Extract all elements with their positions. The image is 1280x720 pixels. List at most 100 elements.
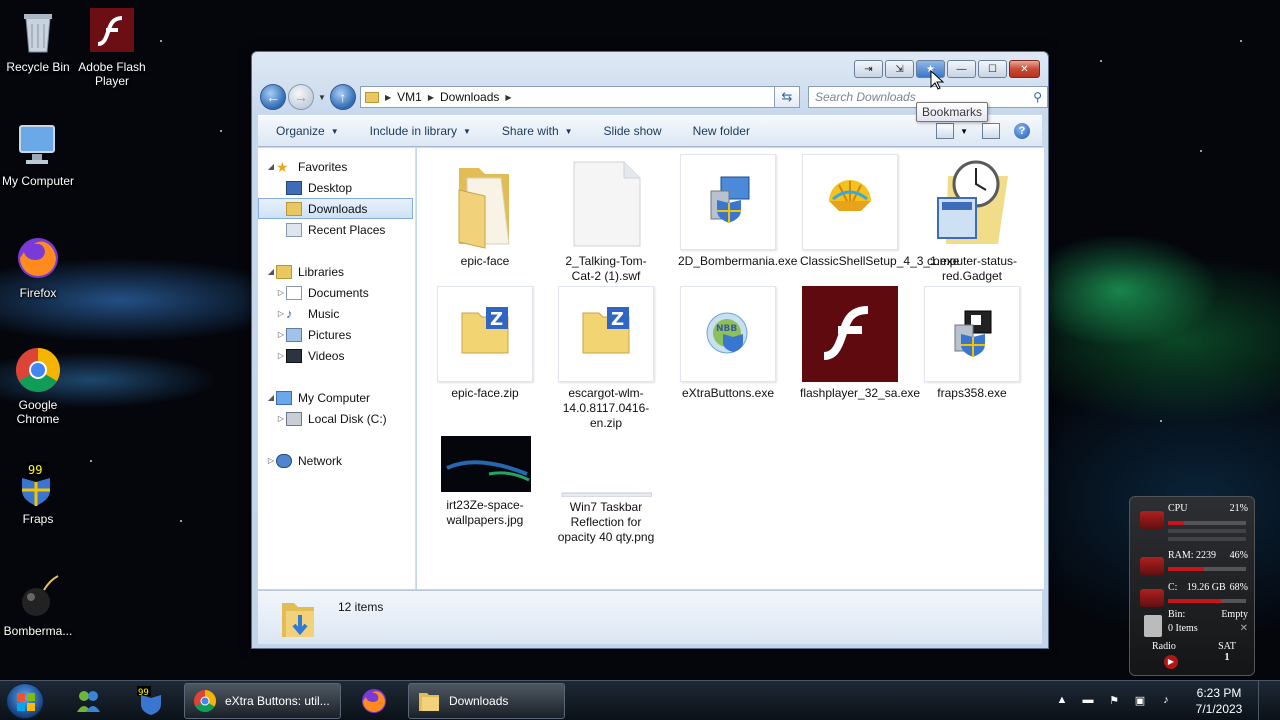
image-thumbnail [558, 486, 654, 498]
libraries-icon [276, 264, 292, 279]
nav-videos[interactable]: ▷ Videos [258, 345, 415, 366]
bomb-icon [14, 572, 62, 620]
back-button[interactable]: ← [260, 84, 286, 110]
desktop-icon-recycle-bin[interactable]: Recycle Bin [0, 8, 76, 74]
taskbar: 99 eXtra Buttons: util... Downloads ▲ ▬ … [0, 680, 1280, 720]
file-item[interactable]: ClassicShellSetup_4_3_1.exe [800, 154, 959, 269]
nav-my-computer[interactable]: ◢ My Computer [258, 387, 415, 408]
system-tray: ▲ ▬ ⚑ ▣ ♪ 6:23 PM 7/1/2023 [1054, 681, 1266, 720]
nav-favorites[interactable]: ◢ ★ Favorites [258, 156, 415, 177]
installer-icon [924, 286, 1020, 382]
taskbar-pin-fraps[interactable]: 99 [122, 684, 178, 718]
file-item[interactable]: computer-status-red.Gadget [922, 154, 1022, 284]
show-hidden-icons-icon[interactable]: ▲ [1054, 694, 1070, 708]
firefox-icon [14, 234, 62, 282]
nav-libraries[interactable]: ◢ Libraries [258, 261, 415, 282]
play-icon[interactable]: ▶ [1164, 655, 1178, 669]
taskbar-task-downloads[interactable]: Downloads [408, 683, 565, 719]
preview-pane-button[interactable] [982, 123, 1000, 139]
nav-music[interactable]: ▷ ♪ Music [258, 303, 415, 324]
clock-date: 7/1/2023 [1195, 702, 1243, 716]
file-item[interactable]: 2_Talking-Tom-Cat-2 (1).swf [556, 154, 656, 284]
nav-network[interactable]: ▷ Network [258, 450, 415, 471]
nav-pictures[interactable]: ▷ Pictures [258, 324, 415, 345]
keyboard-icon[interactable]: ▬ [1080, 694, 1096, 708]
shell-icon [802, 154, 898, 250]
day-label: SAT [1218, 641, 1236, 652]
ram-meter [1168, 567, 1246, 571]
file-item[interactable]: 2D_Bombermania.exe [678, 154, 797, 269]
trash-icon [1144, 615, 1162, 637]
arrow-right-icon: → [294, 89, 308, 105]
close-button[interactable]: ✕ [1009, 60, 1040, 78]
svg-text:99: 99 [28, 463, 42, 477]
breadcrumb-downloads[interactable]: Downloads [440, 90, 499, 104]
clock-time: 6:23 PM [1196, 686, 1242, 700]
extra-button-send-to-back[interactable]: ⇥ [854, 60, 883, 78]
expanded-arrow-icon: ◢ [267, 393, 275, 402]
folder-icon [419, 693, 439, 711]
flag-icon[interactable]: ⚑ [1106, 694, 1122, 708]
file-item[interactable]: fraps358.exe [922, 286, 1022, 401]
address-bar[interactable]: ▶ VM1 ▶ Downloads ▶ ▼ [360, 86, 794, 108]
file-item[interactable]: irt23Ze-space-wallpapers.jpg [435, 434, 535, 528]
recent-pages-dropdown-icon[interactable]: ▼ [318, 93, 326, 102]
file-item[interactable]: flashplayer_32_sa.exe [800, 286, 920, 401]
desktop-icon-bombermania[interactable]: Bomberma... [0, 572, 76, 638]
help-button[interactable]: ? [1014, 123, 1030, 139]
file-item[interactable]: Win7 Taskbar Reflection for opacity 40 q… [556, 434, 656, 545]
refresh-icon: ⇆ [781, 89, 793, 104]
disk-label: C: [1168, 582, 1178, 593]
radio-label: Radio [1152, 641, 1176, 652]
network-icon[interactable]: ▣ [1132, 694, 1148, 708]
network-icon [276, 453, 292, 468]
empty-bin-icon[interactable]: ✕ [1240, 623, 1248, 634]
chevron-down-icon: ▼ [330, 126, 339, 136]
up-button[interactable]: ↑ [329, 84, 356, 110]
nav-downloads[interactable]: Downloads [258, 198, 413, 219]
computer-icon [14, 122, 62, 170]
volume-icon[interactable]: ♪ [1158, 694, 1174, 708]
file-item[interactable]: Z escargot-wlm-14.0.8117.0416-en.zip [556, 286, 656, 431]
nav-recent-places[interactable]: Recent Places [258, 219, 415, 240]
recycle-bin-icon [14, 8, 62, 56]
slide-show-button[interactable]: Slide show [604, 124, 662, 138]
breadcrumb-vm1[interactable]: VM1 [397, 90, 422, 104]
desktop-icon-fraps[interactable]: 99 Fraps [0, 460, 76, 526]
fraps-icon: 99 [137, 686, 161, 715]
file-item[interactable]: epic-face [435, 154, 535, 269]
file-item[interactable]: Z epic-face.zip [435, 286, 535, 401]
maximize-button[interactable]: ☐ [978, 60, 1007, 78]
taskbar-pin-firefox[interactable] [346, 684, 402, 718]
minimize-button[interactable]: — [947, 60, 976, 78]
desktop-icon-my-computer[interactable]: My Computer [0, 122, 76, 188]
messenger-icon [77, 691, 100, 712]
desktop-icon-google-chrome[interactable]: Google Chrome [0, 346, 76, 426]
nav-local-disk[interactable]: ▷ Local Disk (C:) [258, 408, 415, 429]
taskbar-pin-messenger[interactable] [60, 684, 116, 718]
nav-documents[interactable]: ▷ Documents [258, 282, 415, 303]
new-folder-button[interactable]: New folder [693, 124, 750, 138]
clock[interactable]: 6:23 PM 7/1/2023 [1184, 685, 1254, 717]
organize-button[interactable]: Organize ▼ [276, 124, 339, 138]
show-desktop-button[interactable] [1258, 681, 1266, 720]
extra-button-minimize-to-tray[interactable]: ⇲ [885, 60, 914, 78]
change-view-button[interactable]: ▼ [936, 123, 968, 139]
forward-button[interactable]: → [288, 84, 314, 110]
desktop-icon-adobe-flash[interactable]: Adobe Flash Player [74, 8, 150, 88]
item-count: 12 items [338, 600, 384, 614]
system-monitor-gadget[interactable]: CPU 21% RAM: 2239 46% C: 19.26 GB 68% Bi… [1129, 496, 1255, 676]
folder-icon [365, 91, 379, 103]
chevron-right-icon: ▶ [385, 92, 392, 102]
share-with-button[interactable]: Share with ▼ [502, 124, 573, 138]
file-item[interactable]: NBB eXtraButtons.exe [678, 286, 778, 401]
nav-desktop[interactable]: Desktop [258, 177, 415, 198]
refresh-button[interactable]: ⇆ [774, 86, 800, 108]
desktop-icon-firefox[interactable]: Firefox [0, 234, 76, 300]
include-in-library-button[interactable]: Include in library ▼ [370, 124, 471, 138]
ram-value: 46% [1229, 550, 1248, 561]
collapsed-arrow-icon: ▷ [277, 309, 285, 318]
start-button[interactable] [6, 683, 44, 719]
taskbar-task-chrome[interactable]: eXtra Buttons: util... [184, 683, 341, 719]
blank-file-icon [558, 154, 654, 250]
